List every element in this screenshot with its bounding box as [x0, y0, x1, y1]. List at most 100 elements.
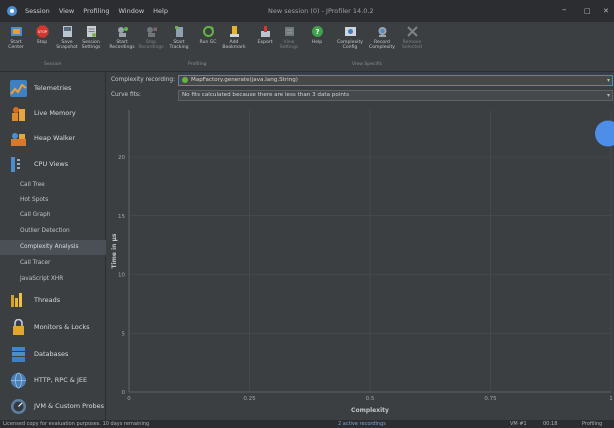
menu-profiling[interactable]: Profiling [83, 7, 109, 15]
sidebar-item-databases[interactable]: Databases [0, 342, 106, 366]
start-recordings-icon [117, 27, 128, 37]
sidebar-label-heap-walker: Heap Walker [34, 134, 76, 142]
sidebar-label-jvm-probes: JVM & Custom Probes [34, 402, 104, 410]
menu-window[interactable]: Window [119, 7, 145, 15]
y-axis-ticks: 0 5 10 15 20 [118, 155, 126, 396]
stop-icon: STOP [36, 25, 48, 38]
complexity-config-icon [344, 27, 356, 36]
start-recordings-button[interactable]: Start Recordings [109, 25, 135, 61]
session-settings-label: Session Settings [81, 40, 101, 51]
export-icon [260, 26, 270, 37]
data-point[interactable] [595, 120, 614, 147]
remove-selected-button[interactable]: Remove Selected [399, 25, 425, 61]
add-bookmark-button[interactable]: Add Bookmark [221, 25, 247, 61]
group-label-session: Session [44, 62, 62, 67]
y-tick-label: 5 [122, 331, 126, 337]
start-tracking-icon [174, 26, 183, 37]
stop-recordings-button[interactable]: Stop Recordings [138, 25, 164, 61]
save-snapshot-label: Save Snapshot [56, 40, 78, 51]
sidebar-item-threads[interactable]: Threads [0, 288, 106, 312]
chart-points [595, 120, 614, 147]
globe-icon [11, 372, 26, 388]
cpu-views-icon [11, 156, 20, 172]
sidebar-label-http-rpc-jee: HTTP, RPC & JEE [34, 376, 88, 384]
sidebar-sub-call-tracer[interactable]: Call Tracer [0, 256, 106, 271]
curve-fits-select[interactable]: No fits calculated because there are les… [178, 89, 613, 101]
start-center-label: Start Center [8, 40, 24, 51]
view-settings-button[interactable]: View Settings [276, 25, 302, 61]
toolbar: Start Center STOP Stop Save Snapshot Ses… [0, 22, 614, 72]
sidebar-sub-javascript-xhr[interactable]: JavaScript XHR [0, 272, 106, 287]
jprofiler-logo-icon [7, 6, 17, 16]
sidebar-item-telemetries[interactable]: Telemetries [0, 76, 106, 100]
run-gc-icon [202, 26, 214, 37]
menu-session[interactable]: Session [25, 7, 50, 15]
session-settings-button[interactable]: Session Settings [78, 25, 104, 61]
view-settings-label: View Settings [279, 40, 299, 51]
record-complexity-button[interactable]: Record Complexity [369, 25, 395, 61]
start-recordings-label: Start Recordings [109, 40, 135, 51]
sidebar-sub-call-tree[interactable]: Call Tree [0, 178, 106, 193]
y-tick-label: 0 [122, 390, 126, 396]
start-center-icon [10, 27, 22, 36]
export-button[interactable]: Export [252, 25, 278, 61]
sidebar-item-monitors-locks[interactable]: Monitors & Locks [0, 315, 106, 339]
save-snapshot-icon [62, 26, 72, 37]
title-bar: Session View Profiling Window Help New s… [0, 0, 614, 22]
complexity-analysis-view: Complexity recording: MapFactory.generat… [107, 72, 614, 420]
record-complexity-icon [378, 27, 386, 37]
close-button[interactable]: ✕ [603, 7, 609, 15]
sidebar-sub-hot-spots[interactable]: Hot Spots [0, 193, 106, 208]
session-settings-icon [86, 26, 96, 37]
x-tick-label: 0 [127, 396, 131, 402]
recordings-status[interactable]: 2 active recordings [338, 421, 386, 427]
sidebar-item-heap-walker[interactable]: Heap Walker [0, 126, 106, 150]
status-bar: Licensed copy for evaluation purposes. 1… [0, 420, 614, 428]
run-gc-button[interactable]: Run GC [195, 25, 221, 61]
view-settings-icon [284, 27, 294, 36]
remove-selected-label: Remove Selected [402, 40, 422, 51]
start-tracking-button[interactable]: Start Tracking [166, 25, 192, 61]
sidebar-sub-call-graph[interactable]: Call Graph [0, 208, 106, 223]
save-snapshot-button[interactable]: Save Snapshot [54, 25, 80, 61]
sidebar-label-telemetries: Telemetries [34, 84, 72, 92]
minimize-button[interactable]: – [562, 5, 567, 15]
sidebar-item-http-rpc-jee[interactable]: HTTP, RPC & JEE [0, 368, 106, 392]
sidebar-sub-complexity-analysis[interactable]: Complexity Analysis [0, 240, 106, 255]
complexity-recording-label: Complexity recording: [111, 77, 176, 83]
help-label: Help [311, 40, 323, 45]
sidebar-label-cpu-views: CPU Views [34, 160, 69, 168]
sidebar-item-jvm-probes[interactable]: JVM & Custom Probes [0, 394, 106, 418]
complexity-recording-select[interactable]: MapFactory.generate(java.lang.String) ▾ [178, 74, 613, 86]
x-tick-label: 0.25 [243, 396, 256, 402]
maximize-button[interactable]: □ [584, 7, 591, 15]
run-gc-label: Run GC [199, 40, 217, 45]
curve-fits-label: Curve fits: [111, 92, 141, 98]
chart-grid [128, 110, 612, 393]
stop-recordings-label: Stop Recordings [138, 40, 164, 51]
sidebar-label-live-memory: Live Memory [34, 109, 76, 117]
menu-view[interactable]: View [59, 7, 74, 15]
menu-help[interactable]: Help [153, 7, 168, 15]
curve-fits-value: No fits calculated because there are les… [182, 92, 349, 98]
stop-label: Stop [36, 40, 48, 45]
x-axis-label: Complexity [351, 407, 389, 414]
start-center-button[interactable]: Start Center [3, 25, 29, 61]
help-button[interactable]: ? Help [304, 25, 330, 61]
sidebar-item-live-memory[interactable]: Live Memory [0, 101, 106, 125]
databases-icon [12, 346, 25, 362]
license-status: Licensed copy for evaluation purposes. 1… [3, 421, 150, 427]
stop-button[interactable]: STOP Stop [29, 25, 55, 61]
sidebar-label-threads: Threads [34, 296, 61, 304]
export-label: Export [257, 40, 273, 45]
start-tracking-label: Start Tracking [169, 40, 189, 51]
sidebar-item-cpu-views[interactable]: CPU Views [0, 152, 106, 176]
sidebar-sub-outlier-detection[interactable]: Outlier Detection [0, 224, 106, 239]
gauge-icon [11, 398, 26, 414]
record-complexity-label: Record Complexity [369, 40, 395, 51]
threads-icon [11, 292, 22, 307]
complexity-recording-row: Complexity recording: MapFactory.generat… [107, 74, 614, 86]
group-label-view-specific: View Specific [352, 62, 383, 67]
complexity-config-button[interactable]: Complexity Config [337, 25, 363, 61]
x-tick-label: 0.5 [366, 396, 375, 402]
